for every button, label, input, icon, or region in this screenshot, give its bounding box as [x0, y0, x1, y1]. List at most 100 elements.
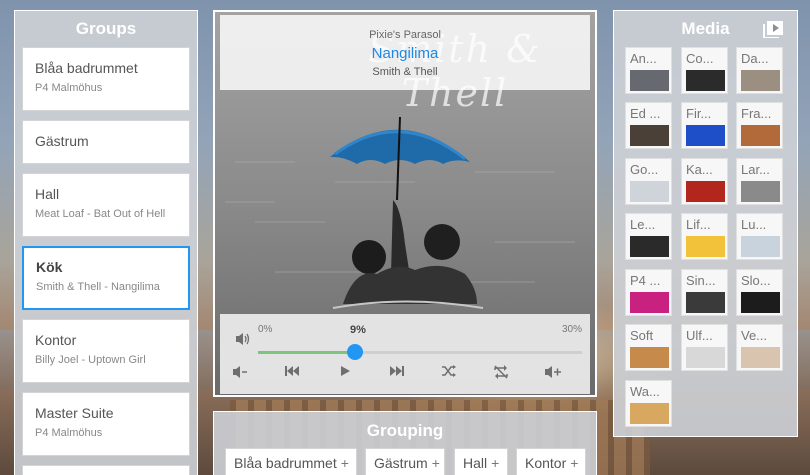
track-artist: Smith & Thell — [372, 66, 438, 78]
media-thumbnail — [630, 70, 669, 91]
volume-down-icon[interactable] — [228, 365, 252, 383]
media-tile-label: Co... — [686, 51, 714, 66]
group-chip-blaa-badrummet[interactable]: Blåa badrummet + — [225, 448, 357, 475]
group-chip-kontor[interactable]: Kontor + — [516, 448, 586, 475]
media-tile-label: Slo... — [741, 273, 771, 288]
media-tile[interactable]: An... — [625, 47, 672, 94]
media-tile-label: Le... — [630, 217, 656, 232]
media-thumbnail — [686, 292, 725, 313]
shuffle-icon[interactable] — [437, 365, 461, 383]
media-tile[interactable]: Le... — [625, 213, 672, 260]
media-thumbnail — [630, 292, 669, 313]
group-now-playing: Billy Joel - Uptown Girl — [35, 354, 146, 366]
media-tile[interactable]: Ve... — [736, 324, 783, 371]
volume-slider[interactable] — [258, 344, 582, 360]
media-tile-label: Soft — [630, 328, 654, 343]
media-tile-label: Sin... — [686, 273, 716, 288]
media-thumbnail — [630, 181, 669, 202]
media-thumbnail — [630, 125, 669, 146]
group-item-hall[interactable]: Hall Meat Loaf - Bat Out of Hell — [22, 173, 190, 237]
media-tile[interactable]: Soft — [625, 324, 672, 371]
chip-label: Blåa badrummet — [234, 455, 337, 471]
chip-label: Gästrum — [374, 455, 428, 471]
group-name: Master Suite — [35, 405, 114, 421]
group-item-blaa-badrummet[interactable]: Blåa badrummet P4 Malmöhus — [22, 47, 190, 111]
volume-icon[interactable] — [235, 332, 251, 346]
groups-title: Groups — [75, 19, 137, 38]
media-thumbnail — [741, 125, 780, 146]
add-icon: + — [431, 455, 440, 471]
media-tile-label: Wa... — [630, 384, 660, 399]
album-name: Pixie's Parasol — [369, 29, 441, 41]
group-item-kok[interactable]: Kök Smith & Thell - Nangilima — [22, 246, 190, 310]
media-tile-label: Lar... — [741, 162, 770, 177]
media-thumbnail — [686, 181, 725, 202]
media-tile[interactable]: Wa... — [625, 380, 672, 427]
progress-current-label: 9% — [350, 324, 366, 336]
volume-slider-knob[interactable] — [347, 344, 364, 360]
group-item-kontor[interactable]: Kontor Billy Joel - Uptown Girl — [22, 319, 190, 383]
group-item-partial[interactable] — [22, 465, 190, 475]
repeat-off-icon[interactable] — [489, 365, 513, 383]
progress-end-label: 30% — [562, 324, 583, 335]
media-tile-label: Ve... — [741, 328, 768, 343]
media-thumbnail — [686, 125, 725, 146]
group-chip-hall[interactable]: Hall + — [454, 448, 508, 475]
groups-panel: Groups Blåa badrummet P4 Malmöhus Gästru… — [14, 10, 198, 475]
group-name: Gästrum — [35, 133, 89, 149]
media-thumbnail — [741, 236, 780, 257]
group-now-playing: Meat Loaf - Bat Out of Hell — [35, 208, 166, 220]
media-tile[interactable]: Sin... — [681, 269, 728, 316]
play-icon[interactable] — [333, 365, 357, 383]
media-thumbnail — [630, 347, 669, 368]
group-item-master-suite[interactable]: Master Suite P4 Malmöhus — [22, 392, 190, 456]
media-thumbnail — [630, 236, 669, 257]
media-tile[interactable]: Slo... — [736, 269, 783, 316]
chip-label: Hall — [463, 455, 488, 471]
media-tile[interactable]: Lu... — [736, 213, 783, 260]
group-name: Kontor — [35, 332, 77, 348]
media-thumbnail — [741, 347, 780, 368]
media-tile[interactable]: Da... — [736, 47, 783, 94]
group-chip-gastrum[interactable]: Gästrum + — [365, 448, 445, 475]
volume-up-icon[interactable] — [541, 365, 565, 383]
track-info-card: Smith & Thell Pixie's Parasol Nangilima … — [220, 15, 590, 115]
media-tile[interactable]: Ed ... — [625, 102, 672, 149]
media-tile[interactable]: Fra... — [736, 102, 783, 149]
group-now-playing: Smith & Thell - Nangilima — [36, 281, 160, 293]
media-tile[interactable]: Lif... — [681, 213, 728, 260]
add-icon: + — [340, 455, 349, 471]
media-thumbnail — [741, 181, 780, 202]
media-tile[interactable]: Go... — [625, 158, 672, 205]
add-icon: + — [570, 455, 579, 471]
media-tile[interactable]: P4 ... — [625, 269, 672, 316]
media-tile[interactable]: Lar... — [736, 158, 783, 205]
group-name: Kök — [36, 259, 63, 275]
media-thumbnail — [741, 70, 780, 91]
now-playing-panel: Smith & Thell Pixie's Parasol Nangilima … — [213, 10, 597, 397]
media-tile[interactable]: Fir... — [681, 102, 728, 149]
media-tile-label: Fir... — [686, 106, 712, 121]
media-tile[interactable]: Ka... — [681, 158, 728, 205]
media-tile-label: An... — [630, 51, 657, 66]
media-thumbnail — [686, 70, 725, 91]
media-thumbnail — [741, 292, 780, 313]
media-thumbnail — [686, 347, 725, 368]
next-track-icon[interactable] — [385, 365, 409, 383]
volume-slider-fill — [258, 351, 356, 354]
media-tile-label: Go... — [630, 162, 659, 177]
media-panel: Media An... Co... Da... Ed ... Fir... Fra... G… — [613, 10, 798, 437]
group-now-playing: P4 Malmöhus — [35, 427, 103, 439]
chip-label: Kontor — [525, 455, 567, 471]
media-tile[interactable]: Ulf... — [681, 324, 728, 371]
group-now-playing: P4 Malmöhus — [35, 82, 103, 94]
media-tile-label: Ulf... — [686, 328, 713, 343]
group-item-gastrum[interactable]: Gästrum — [22, 120, 190, 164]
grouping-title: Grouping — [366, 421, 444, 440]
media-tile-label: Ed ... — [630, 106, 661, 121]
media-tile-label: P4 ... — [630, 273, 661, 288]
media-library-icon[interactable] — [763, 21, 783, 38]
previous-track-icon[interactable] — [280, 365, 304, 383]
media-tile-label: Ka... — [686, 162, 713, 177]
media-tile[interactable]: Co... — [681, 47, 728, 94]
